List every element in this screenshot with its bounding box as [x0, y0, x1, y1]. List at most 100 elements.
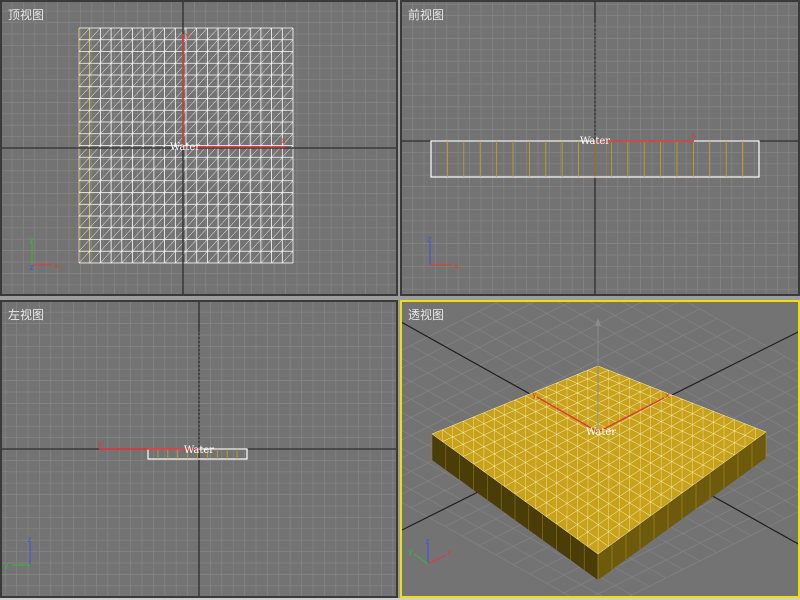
mesh-edge: [185, 239, 197, 252]
mesh-edge: [121, 145, 133, 158]
mesh-edge: [110, 145, 122, 158]
mesh-edge: [239, 63, 251, 76]
mesh-edge: [250, 63, 262, 76]
mesh-edge: [121, 133, 133, 146]
mesh-edge: [250, 98, 262, 111]
mesh-edge: [239, 227, 251, 240]
mesh-edge: [153, 145, 165, 158]
mesh-edge: [228, 239, 240, 252]
mesh-edge: [282, 215, 294, 228]
mesh-edge: [164, 98, 176, 111]
object-name-tag: Water: [184, 445, 214, 456]
mesh-edge: [132, 145, 144, 158]
mesh-edge: [132, 121, 144, 134]
viewport-label-left[interactable]: 左视图: [8, 306, 44, 323]
mesh-edge: [175, 110, 187, 123]
mesh-edge: [153, 239, 165, 252]
mesh-edge: [228, 110, 240, 123]
mesh-edge: [228, 86, 240, 99]
mesh-edge: [217, 51, 229, 64]
mesh-edge: [228, 51, 240, 64]
mesh-edge: [228, 215, 240, 228]
mesh-edge: [228, 251, 240, 264]
viewport-label-perspective[interactable]: 透视图: [408, 306, 444, 323]
mesh-edge: [175, 98, 187, 111]
mesh-edge: [100, 86, 112, 99]
mesh-edge: [153, 251, 165, 264]
mesh-edge: [282, 204, 294, 217]
mesh-edge: [110, 63, 122, 76]
mesh-edge: [110, 121, 122, 134]
mesh-edge: [271, 98, 283, 111]
svg-text:x: x: [54, 261, 59, 270]
svg-text:y: y: [4, 561, 9, 570]
mesh-edge: [271, 74, 283, 87]
viewport-front[interactable]: 前视图 x Water z x: [400, 0, 800, 296]
mesh-edge: [164, 204, 176, 217]
mesh-edge: [175, 51, 187, 64]
mesh-edge: [228, 192, 240, 205]
mesh-edge: [89, 251, 101, 264]
mesh-edge: [175, 192, 187, 205]
mesh-edge: [217, 63, 229, 76]
mesh-edge: [207, 204, 219, 217]
mesh-edge: [164, 227, 176, 240]
mesh-edge: [110, 51, 122, 64]
mesh-edge: [153, 215, 165, 228]
transform-gizmo[interactable]: y: [98, 332, 200, 450]
viewport-perspective[interactable]: 透视图 y x Water z y x: [400, 300, 800, 598]
svg-text:z: z: [427, 235, 432, 244]
mesh-edge: [250, 110, 262, 123]
mesh-edge: [185, 110, 197, 123]
grid: [402, 2, 798, 294]
mesh-edge: [271, 251, 283, 264]
mesh-edge: [110, 239, 122, 252]
viewport-label-front[interactable]: 前视图: [408, 6, 444, 23]
mesh-edge: [282, 121, 294, 134]
mesh-edge: [217, 239, 229, 252]
mesh-edge: [185, 227, 197, 240]
mesh-edge: [282, 86, 294, 99]
mesh-edge: [164, 86, 176, 99]
mesh-edge: [110, 86, 122, 99]
mesh-edge: [89, 145, 101, 158]
mesh-edge: [175, 63, 187, 76]
mesh-edge: [121, 74, 133, 87]
left-view-canvas: y Water z y: [2, 302, 396, 596]
mesh-edge: [153, 110, 165, 123]
svg-text:x: x: [454, 261, 459, 270]
mesh-edge: [207, 227, 219, 240]
mesh-edge: [207, 157, 219, 170]
mesh-edge: [228, 227, 240, 240]
mesh-edge: [185, 192, 197, 205]
mesh-edge: [207, 133, 219, 146]
mesh-edge: [175, 121, 187, 134]
mesh-edge: [100, 110, 112, 123]
mesh-edge: [132, 157, 144, 170]
mesh-edge: [100, 215, 112, 228]
mesh-edge: [250, 121, 262, 134]
mesh-edge: [89, 157, 101, 170]
mesh-edge: [121, 239, 133, 252]
mesh-edge: [153, 74, 165, 87]
viewport-label-top[interactable]: 顶视图: [8, 6, 44, 23]
viewport-top[interactable]: 顶视图 y x Water y x z: [0, 0, 398, 296]
mesh-edge: [110, 251, 122, 264]
mesh-edge: [110, 98, 122, 111]
mesh-edge: [89, 86, 101, 99]
mesh-edge: [100, 98, 112, 111]
mesh-edge: [228, 74, 240, 87]
water-mesh-perspective[interactable]: [431, 365, 767, 580]
transform-gizmo[interactable]: y x: [182, 31, 286, 148]
mesh-edge: [89, 239, 101, 252]
mesh-edge: [217, 133, 229, 146]
transform-gizmo[interactable]: x: [594, 22, 696, 142]
mesh-edge: [164, 74, 176, 87]
mesh-edge: [250, 192, 262, 205]
mesh-edge: [239, 121, 251, 134]
mesh-edge: [282, 110, 294, 123]
viewport-left[interactable]: 左视图 y Water z y: [0, 300, 398, 598]
mesh-edge: [239, 192, 251, 205]
mesh-edge: [121, 157, 133, 170]
mesh-edge: [132, 86, 144, 99]
